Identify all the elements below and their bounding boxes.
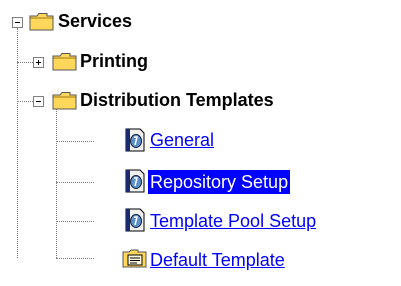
tree-line xyxy=(56,182,94,183)
tree-line xyxy=(17,101,33,102)
tree-item-template-pool-setup[interactable]: Template Pool Setup xyxy=(148,209,318,233)
document-icon xyxy=(125,169,145,193)
tree-line xyxy=(56,141,94,142)
template-icon xyxy=(122,249,147,268)
folder-icon xyxy=(52,92,77,110)
tree-item-general[interactable]: General xyxy=(148,128,216,152)
document-icon xyxy=(125,128,145,152)
tree-node-printing[interactable]: Printing xyxy=(80,49,148,73)
collapse-toggle-services[interactable] xyxy=(12,17,23,28)
folder-icon xyxy=(52,53,77,71)
document-icon xyxy=(125,208,145,232)
tree-line xyxy=(56,258,94,259)
tree-line xyxy=(17,62,33,63)
tree-item-repository-setup[interactable]: Repository Setup xyxy=(148,170,291,194)
tree-node-distribution-templates[interactable]: Distribution Templates xyxy=(80,88,274,112)
tree-node-services[interactable]: Services xyxy=(58,9,132,33)
tree-item-default-template[interactable]: Default Template xyxy=(148,248,287,272)
collapse-toggle-distribution-templates[interactable] xyxy=(33,96,44,107)
tree-line xyxy=(56,221,94,222)
tree-line xyxy=(56,108,57,258)
folder-icon xyxy=(29,13,54,31)
expand-toggle-printing[interactable] xyxy=(33,57,44,68)
